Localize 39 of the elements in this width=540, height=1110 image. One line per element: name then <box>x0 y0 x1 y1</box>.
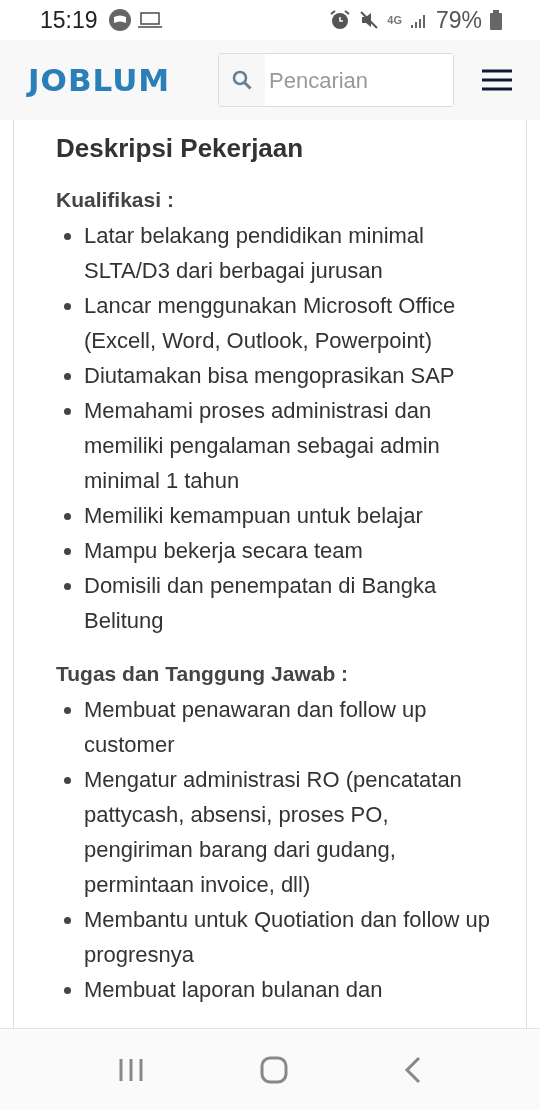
menu-icon[interactable] <box>482 69 512 91</box>
search-icon <box>232 70 252 90</box>
bullet-icon <box>64 233 71 240</box>
list-item-text: Mampu bekerja secara team <box>84 537 363 565</box>
battery-level: 79% <box>435 5 482 35</box>
list-item-text: Diutamakan bisa mengoprasikan SAP <box>84 362 455 390</box>
bullet-icon <box>64 707 71 714</box>
list-item-text: Mengatur administrasi RO (pencatatan pattycash, absensi, proses PO, pengiriman barang dari gudang, permintaan invoice, dll) <box>84 766 463 899</box>
home-icon[interactable] <box>260 1055 288 1084</box>
subsection-heading: Kualifikasi : <box>56 187 175 213</box>
list-item-text: Memiliki kemampuan untuk belajar <box>84 502 423 530</box>
network-type: 4G <box>387 14 402 26</box>
search-field[interactable]: Pencarian <box>218 53 454 107</box>
list-item-text: Memahami proses administrasi dan memiliki pengalaman sebagai admin minimal 1 tahun <box>84 397 441 495</box>
laptop-icon <box>137 11 162 29</box>
bullet-icon <box>64 777 71 784</box>
bullet-icon <box>64 987 71 994</box>
list-item-text: Membuat laporan bulanan dan <box>84 976 383 1004</box>
list-item-text: Domisili dan penempatan di Bangka Belitung <box>84 572 438 635</box>
recent-apps-icon[interactable] <box>118 1056 144 1083</box>
bullet-icon <box>64 513 71 520</box>
back-icon[interactable] <box>404 1055 422 1084</box>
bullet-icon <box>64 583 71 590</box>
list-item-text: Latar belakang pendidikan minimal SLTA/D3 dari berbagai jurusan <box>84 222 425 285</box>
section-title: Deskripsi Pekerjaan <box>56 132 305 165</box>
battery-icon <box>490 10 502 30</box>
subsection-heading: Tugas dan Tanggung Jawab : <box>56 661 350 687</box>
mute-icon <box>359 10 380 30</box>
alarm-icon <box>329 9 352 31</box>
bullet-icon <box>64 917 71 924</box>
logo[interactable]: JOBLUM <box>28 56 171 104</box>
list-item-text: Membuat penawaran dan follow up customer <box>84 696 428 759</box>
list-item-text: Membantu untuk Quotiation dan follow up progresnya <box>84 906 492 969</box>
bullet-icon <box>64 303 71 310</box>
status-time: 15:19 <box>40 5 98 35</box>
bullet-icon <box>64 548 71 555</box>
bullet-icon <box>64 408 71 415</box>
bullet-icon <box>64 373 71 380</box>
list-item-text: Lancar menggunakan Microsoft Office (Excell, Word, Outlook, Powerpoint) <box>84 292 457 355</box>
